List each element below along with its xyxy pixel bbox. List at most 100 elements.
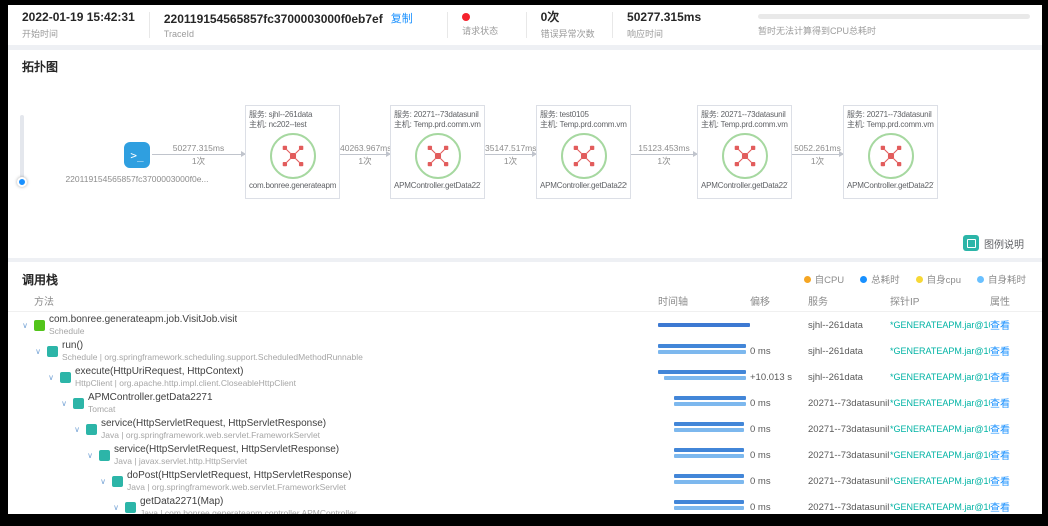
node-health-ring: [561, 133, 607, 179]
trace-id-label: TraceId: [164, 29, 433, 39]
zoom-slider-handle[interactable]: [17, 177, 27, 187]
timeline-bar: [674, 448, 745, 452]
node-health-ring: [270, 133, 316, 179]
edge-count: 1次: [792, 155, 843, 167]
call-stack-row[interactable]: ∨ doPost(HttpServletRequest, HttpServlet…: [8, 468, 1042, 494]
service-name: sjhl--261data: [808, 320, 890, 331]
node-host: 主机: Temp.prd.comm.vm.by.idc.b...: [394, 120, 481, 130]
topology-node[interactable]: 服务: 20271--73datasunil 主机: Temp.prd.comm…: [697, 105, 792, 199]
probe-ip-link[interactable]: *GENERATEAPM.jar@10.241.3.204: [890, 450, 990, 460]
legend-label: 自CPU: [815, 272, 845, 286]
probe-ip-link[interactable]: *GENERATEAPM.jar@10.241.3.202: [890, 320, 990, 330]
legend-help-label: 图例说明: [984, 236, 1024, 251]
call-stack-row[interactable]: ∨ com.bonree.generateapm.job.VisitJob.vi…: [8, 312, 1042, 338]
service-topology-icon: [425, 143, 451, 169]
offset-value: 0 ms: [750, 424, 808, 435]
edge-arrow: [152, 154, 245, 155]
timeline-bar: [674, 454, 745, 458]
chevron-down-icon[interactable]: ∨: [85, 451, 95, 460]
legend-label: 自身cpu: [927, 272, 961, 286]
edge-count: 1次: [340, 155, 390, 167]
service-name: sjhl--261data: [808, 372, 890, 383]
entry-terminal-icon[interactable]: >_: [124, 142, 150, 168]
chevron-down-icon[interactable]: ∨: [20, 321, 30, 330]
method-detail: Java | org.springframework.web.servlet.F…: [127, 482, 352, 492]
chevron-down-icon[interactable]: ∨: [33, 347, 43, 356]
timeline-bar: [674, 500, 744, 504]
call-stack-row[interactable]: ∨ execute(HttpUriRequest, HttpContext) H…: [8, 364, 1042, 390]
call-stack-row[interactable]: ∨ service(HttpServletRequest, HttpServle…: [8, 442, 1042, 468]
probe-ip-link[interactable]: *GENERATEAPM.jar@10.241.3.204: [890, 424, 990, 434]
chevron-down-icon[interactable]: ∨: [111, 503, 121, 512]
column-offset: 偏移: [750, 293, 808, 308]
probe-ip-link[interactable]: *GENERATEAPM.jar@10.241.3.202: [890, 372, 990, 382]
view-attributes-link[interactable]: 查看: [990, 347, 1010, 358]
offset-value: +10.013 s: [750, 372, 808, 383]
view-attributes-link[interactable]: 查看: [990, 321, 1010, 332]
view-attributes-link[interactable]: 查看: [990, 451, 1010, 462]
service-name: 20271--73datasunil: [808, 398, 890, 409]
chevron-down-icon[interactable]: ∨: [46, 373, 56, 382]
topology-edge: 50277.315ms 1次: [152, 142, 245, 167]
timeline-bars: [658, 442, 750, 468]
node-method: APMController.getData2271: [394, 181, 481, 190]
view-attributes-link[interactable]: 查看: [990, 399, 1010, 410]
service-name: 20271--73datasunil: [808, 476, 890, 487]
call-stack-row[interactable]: ∨ service(HttpServletRequest, HttpServle…: [8, 416, 1042, 442]
zoom-slider-track[interactable]: [20, 115, 24, 185]
chevron-down-icon[interactable]: ∨: [98, 477, 108, 486]
edge-duration: 15123.453ms: [631, 142, 697, 154]
service-topology-icon: [878, 143, 904, 169]
edge-duration: 35147.517ms: [485, 142, 536, 154]
topology-node[interactable]: 服务: 20271--73datasunil 主机: Temp.prd.comm…: [843, 105, 938, 199]
node-health-ring: [415, 133, 461, 179]
node-service: 服务: 20271--73datasunil: [847, 110, 934, 120]
view-attributes-link[interactable]: 查看: [990, 373, 1010, 384]
node-method: APMController.getData2273: [847, 181, 934, 190]
probe-ip-link[interactable]: *GENERATEAPM.jar@10.241.3.202: [890, 346, 990, 356]
timeline-bars: [658, 338, 750, 364]
method-detail: Java | org.springframework.web.servlet.F…: [101, 430, 326, 440]
trace-summary-bar: 2022-01-19 15:42:31 开始时间 220119154565857…: [8, 5, 1042, 45]
edge-arrow: [340, 154, 390, 155]
topology-node[interactable]: 服务: 20271--73datasunil 主机: Temp.prd.comm…: [390, 105, 485, 199]
topology-edge: 35147.517ms 1次: [485, 142, 536, 167]
method-type-icon: [60, 372, 71, 383]
node-service: 服务: sjhl--261data: [249, 110, 336, 120]
method-type-icon: [112, 476, 123, 487]
probe-ip-link[interactable]: *GENERATEAPM.jar@10.241.3.204: [890, 398, 990, 408]
view-attributes-link[interactable]: 查看: [990, 425, 1010, 436]
legend-help-button[interactable]: 图例说明: [963, 235, 1024, 251]
timeline-bar: [674, 428, 745, 432]
legend-item: 自CPU: [804, 272, 845, 286]
call-stack-legend: 自CPU 总耗时 自身cpu 自身耗时: [804, 272, 1026, 286]
probe-ip-link[interactable]: *GENERATEAPM.jar@10.241.3.204: [890, 502, 990, 512]
start-time-label: 开始时间: [22, 27, 135, 40]
method-type-icon: [99, 450, 110, 461]
column-service: 服务: [808, 293, 890, 308]
stat-cpu-total: 暂时无法计算得到CPU总耗时: [744, 5, 1042, 45]
stat-error-count: 0次 错误异常次数: [527, 5, 612, 45]
chevron-down-icon[interactable]: ∨: [59, 399, 69, 408]
method-cell: ∨ service(HttpServletRequest, HttpServle…: [8, 416, 658, 442]
call-stack-row[interactable]: ∨ run() Schedule | org.springframework.s…: [8, 338, 1042, 364]
copy-trace-id-link[interactable]: 复制: [391, 12, 413, 26]
call-stack-row[interactable]: ∨ APMController.getData2271 Tomcat 0 ms …: [8, 390, 1042, 416]
column-method: 方法: [8, 293, 658, 308]
view-attributes-link[interactable]: 查看: [990, 503, 1010, 514]
topology-node[interactable]: 服务: test0105 主机: Temp.prd.comm.vm.by.idc…: [536, 105, 631, 199]
chevron-down-icon[interactable]: ∨: [72, 425, 82, 434]
stat-response-time: 50277.315ms 响应时间: [613, 5, 744, 45]
method-type-icon: [125, 502, 136, 513]
node-health-ring: [868, 133, 914, 179]
topology-node[interactable]: 服务: sjhl--261data 主机: nc202--test com.bo…: [245, 105, 340, 199]
method-cell: ∨ getData2271(Map) Java | com.bonree.gen…: [8, 494, 658, 514]
method-name: execute(HttpUriRequest, HttpContext): [75, 366, 296, 377]
service-name: 20271--73datasunil: [808, 424, 890, 435]
probe-ip-link[interactable]: *GENERATEAPM.jar@10.241.3.204: [890, 476, 990, 486]
legend-item: 自身耗时: [977, 272, 1026, 286]
error-count-label: 错误异常次数: [541, 27, 598, 40]
view-attributes-link[interactable]: 查看: [990, 477, 1010, 488]
call-stack-row[interactable]: ∨ getData2271(Map) Java | com.bonree.gen…: [8, 494, 1042, 514]
service-name: 20271--73datasunil: [808, 502, 890, 513]
